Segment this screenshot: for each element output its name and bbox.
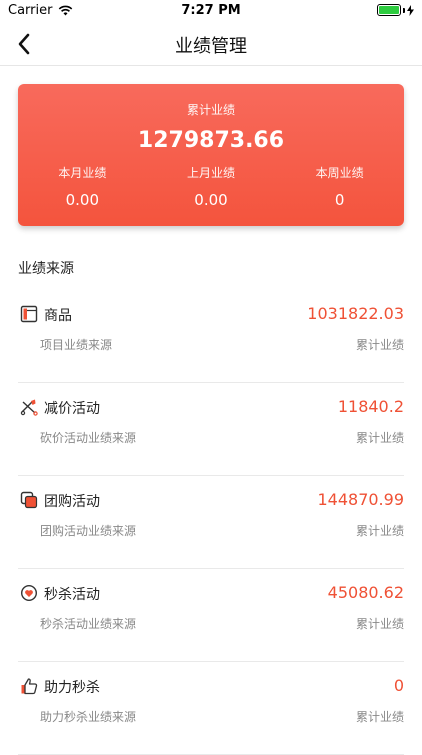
source-value-label: 累计业绩 [355,431,404,445]
source-item-group-buy[interactable]: 团购活动 144870.99 团购活动业绩来源 累计业绩 [18,476,404,569]
source-value-label: 累计业绩 [355,710,404,724]
source-value-label: 累计业绩 [355,524,404,538]
source-description: 秒杀活动业绩来源 [40,617,137,631]
total-performance-label: 累计业绩 [186,103,235,117]
source-item-product[interactable]: 商品 1031822.03 项目业绩来源 累计业绩 [18,290,404,383]
source-description: 团购活动业绩来源 [40,524,137,538]
source-name: 团购活动 [44,494,100,510]
source-name: 减价活动 [44,401,100,417]
stat-value: 0.00 [194,191,228,209]
charging-icon [407,4,414,16]
flash-sale-icon [20,584,38,602]
source-description: 项目业绩来源 [40,338,113,352]
status-bar: Carrier 7:27 PM [0,0,422,22]
period-stats: 本月业绩 0.00 上月业绩 0.00 本周业绩 0 [18,164,404,209]
performance-summary-card: 累计业绩 1279873.66 本月业绩 0.00 上月业绩 0.00 本周业绩… [18,84,404,226]
navigation-bar: 业绩管理 [0,22,422,66]
source-item-bargain[interactable]: 减价活动 11840.2 砍价活动业绩来源 累计业绩 [18,383,404,476]
stat-label: 本周业绩 [315,166,364,180]
source-value: 45080.62 [327,583,404,602]
source-value: 144870.99 [317,490,404,509]
stat-this-month: 本月业绩 0.00 [18,164,147,209]
source-item-flash-sale[interactable]: 秒杀活动 45080.62 秒杀活动业绩来源 累计业绩 [18,569,404,662]
source-name: 秒杀活动 [44,587,100,603]
source-name: 助力秒杀 [44,680,100,696]
source-value: 0 [393,676,404,695]
source-value: 11840.2 [337,397,404,416]
source-value-label: 累计业绩 [355,617,404,631]
stat-last-month: 上月业绩 0.00 [147,164,276,209]
stat-this-week: 本周业绩 0 [275,164,404,209]
source-description: 助力秒杀业绩来源 [40,710,137,724]
performance-source-list: 商品 1031822.03 项目业绩来源 累计业绩 减价活动 11840.2 砍… [18,290,404,755]
stat-value: 0.00 [65,191,100,209]
page-title: 业绩管理 [175,36,247,57]
source-item-assist[interactable]: 助力秒杀 0 助力秒杀业绩来源 累计业绩 [18,662,404,755]
stat-label: 本月业绩 [58,166,107,180]
stat-value: 0 [334,191,345,209]
battery-icon [377,4,401,16]
source-value-label: 累计业绩 [355,338,404,352]
clock: 7:27 PM [181,3,241,18]
total-performance-value: 1279873.66 [137,128,285,153]
assist-icon [21,678,38,695]
stat-label: 上月业绩 [187,166,236,180]
battery-indicator [377,4,414,16]
product-icon [20,305,38,323]
source-name: 商品 [44,308,72,324]
section-title: 业绩来源 [18,261,74,277]
source-description: 砍价活动业绩来源 [40,431,137,445]
group-buy-icon [20,491,38,509]
bargain-icon [20,399,38,416]
source-value: 1031822.03 [307,304,404,323]
